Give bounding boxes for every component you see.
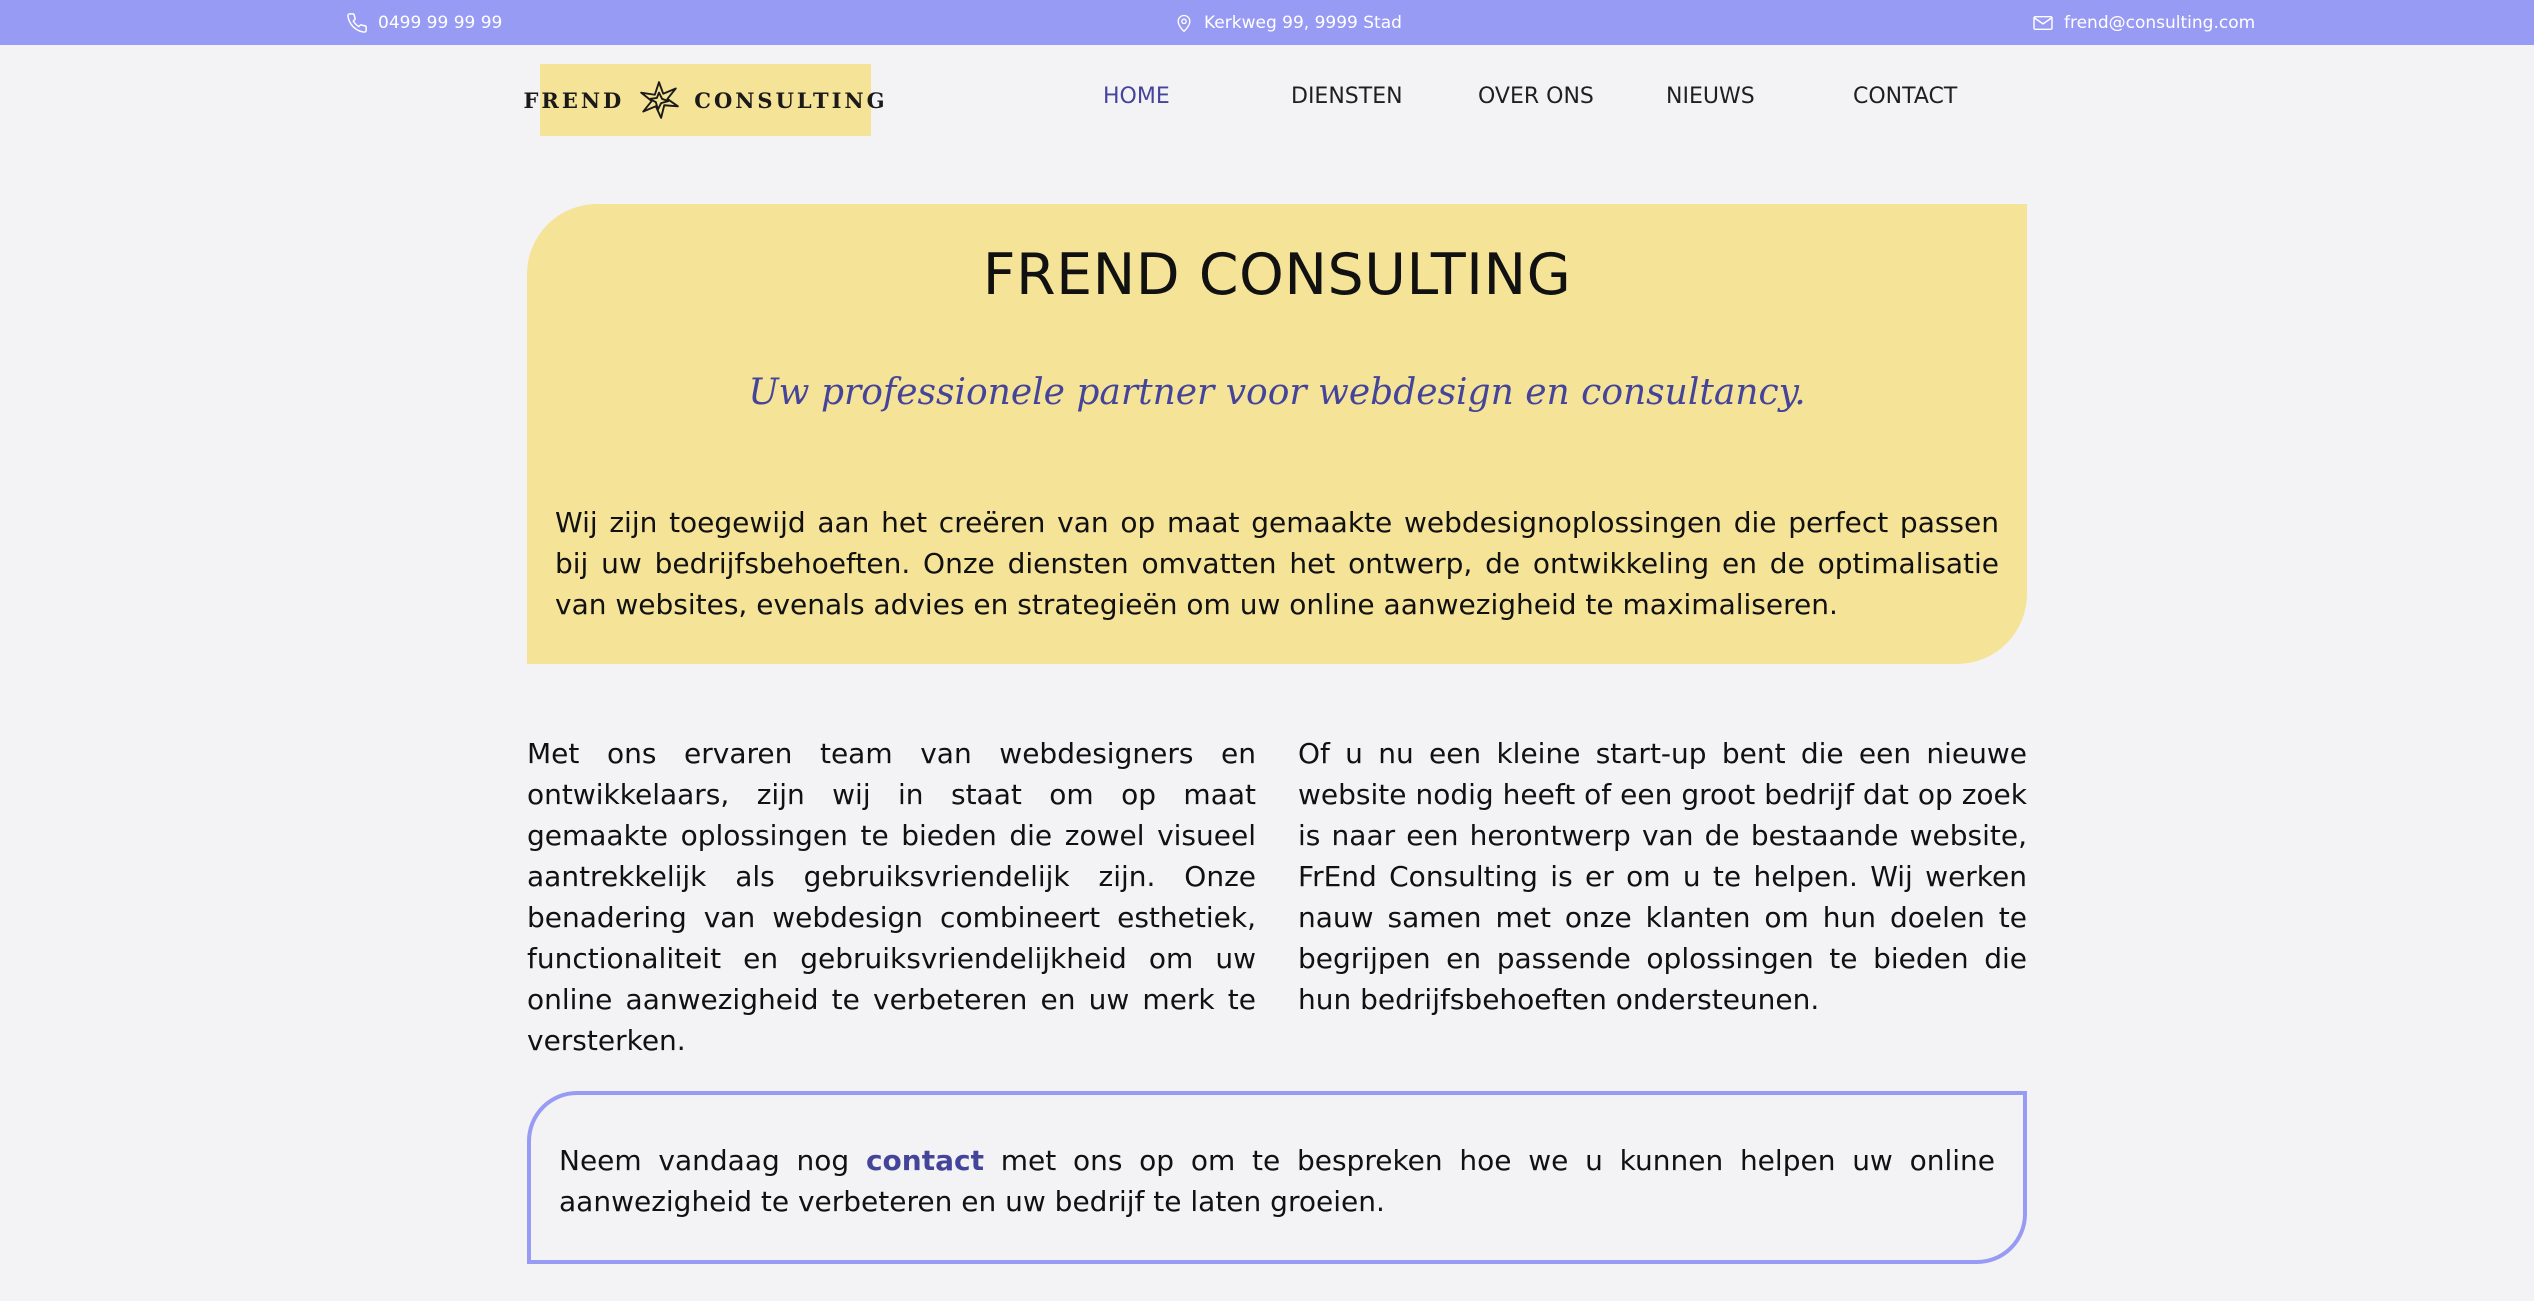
logo-starburst-icon — [638, 79, 680, 121]
hero-tagline: Uw professionele partner voor webdesign … — [748, 372, 1806, 413]
email-address: frend@consulting.com — [2064, 12, 2256, 33]
nav-home[interactable]: HOME — [1103, 76, 1170, 116]
logo-text-left: FREND — [523, 87, 625, 113]
phone-icon — [346, 12, 368, 34]
hero-title: FREND CONSULTING — [982, 242, 1572, 308]
cta-text: Neem vandaag nog contact met ons op om t… — [559, 1140, 1995, 1222]
phone-number: 0499 99 99 99 — [378, 12, 503, 33]
cta-box: Neem vandaag nog contact met ons op om t… — [527, 1091, 2027, 1264]
site-logo[interactable]: FREND CONSULTING — [523, 64, 885, 136]
column-right-text: Of u nu een kleine start-up bent die een… — [1298, 737, 2027, 1016]
phone-contact[interactable]: 0499 99 99 99 — [346, 0, 502, 45]
email-contact[interactable]: frend@consulting.com — [2032, 0, 2255, 45]
mail-icon — [2032, 14, 2054, 32]
hero-intro-text: Wij zijn toegewijd aan het creëren van o… — [555, 506, 1999, 621]
top-contact-bar: 0499 99 99 99 Kerkweg 99, 9999 Stad fren… — [0, 0, 2534, 45]
address-text: Kerkweg 99, 9999 Stad — [1204, 12, 1402, 33]
address-contact[interactable]: Kerkweg 99, 9999 Stad — [1174, 0, 1402, 45]
nav-diensten[interactable]: DIENSTEN — [1291, 76, 1403, 116]
nav-contact[interactable]: CONTACT — [1853, 76, 1957, 116]
nav-over-ons[interactable]: OVER ONS — [1478, 76, 1594, 116]
logo-text-right: CONSULTING — [694, 87, 888, 113]
column-left-text: Met ons ervaren team van webdesigners en… — [527, 737, 1256, 1057]
location-pin-icon — [1174, 12, 1194, 34]
contact-link[interactable]: contact — [866, 1144, 984, 1177]
cta-text-before: Neem vandaag nog — [559, 1144, 866, 1177]
hero-section: FREND CONSULTING Uw professionele partne… — [527, 204, 2027, 664]
nav-nieuws[interactable]: NIEUWS — [1666, 76, 1755, 116]
